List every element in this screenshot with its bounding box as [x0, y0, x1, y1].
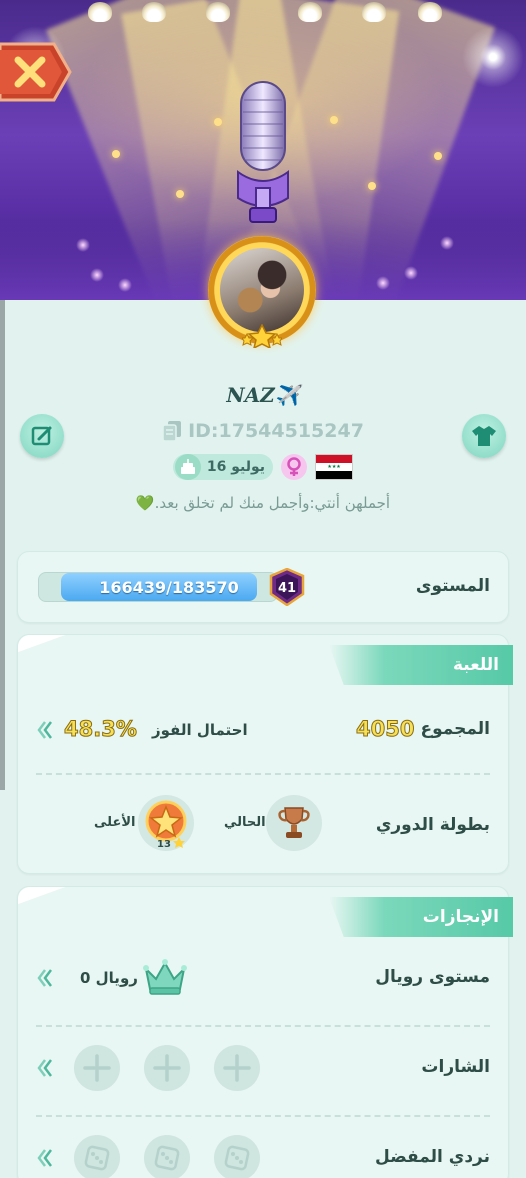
star-medal-icon: 13	[145, 800, 187, 849]
dice-icon	[84, 1145, 110, 1171]
copy-icon[interactable]	[162, 420, 182, 442]
achievements-section-ribbon: الإنجازات	[329, 897, 513, 937]
chevron-left-icon[interactable]	[36, 967, 54, 989]
close-button[interactable]	[0, 40, 72, 104]
stage-lamp-icon	[206, 2, 230, 22]
username: NAZ✈️	[226, 383, 300, 407]
league-highest-medal[interactable]: 13	[138, 795, 194, 851]
achievements-section-title: الإنجازات	[422, 907, 499, 927]
chevron-left-icon[interactable]	[36, 1057, 54, 1079]
level-number: 41	[278, 581, 296, 596]
dice-slot-empty[interactable]	[74, 1135, 120, 1178]
stage-lamp-icon	[298, 2, 322, 22]
avatar[interactable]	[220, 248, 304, 332]
league-highest-label: الأعلى	[94, 815, 136, 830]
user-id: ID:17544515247	[188, 420, 364, 442]
game-section-title: اللعبة	[453, 655, 499, 675]
profile-tags: 16 يوليو ★★★	[0, 454, 526, 480]
floor-light	[90, 268, 104, 282]
star-icon	[242, 324, 282, 348]
floor-light	[76, 238, 90, 252]
stage-lamp-icon	[362, 2, 386, 22]
winrate-label: احتمال الفوز	[152, 721, 248, 739]
level-badge: 41	[269, 568, 305, 606]
floor-light	[376, 276, 390, 290]
league-label: بطولة الدوري	[375, 815, 490, 835]
sparkle	[434, 152, 442, 160]
stage-lamp-icon	[88, 2, 112, 22]
floor-light	[440, 236, 454, 250]
sparkle	[368, 182, 376, 190]
stage-lamp-icon	[418, 2, 442, 22]
xp-progress-text: 166439/183570	[99, 577, 239, 597]
divider	[36, 1115, 490, 1117]
floodlight-icon	[462, 26, 524, 88]
chevron-left-icon[interactable]	[36, 719, 54, 741]
chevron-left-icon[interactable]	[36, 1147, 54, 1169]
total-games-value: 4050	[355, 717, 415, 742]
badges-label: الشارات	[421, 1057, 490, 1077]
stage-lamp-icon	[142, 2, 166, 22]
sparkle	[176, 190, 184, 198]
divider	[36, 1025, 490, 1027]
league-highest-rank: 13	[157, 839, 171, 849]
level-label: المستوى	[415, 576, 490, 596]
dice-icon	[154, 1145, 180, 1171]
dice-slot-empty[interactable]	[144, 1135, 190, 1178]
floor-light	[118, 278, 132, 292]
sparkle	[112, 150, 120, 158]
birthday-badge: 16 يوليو	[172, 454, 274, 480]
female-icon	[281, 454, 308, 480]
card-corner	[18, 635, 74, 657]
close-icon	[0, 42, 72, 102]
card-corner	[18, 887, 74, 909]
league-current-label: الحالي	[224, 815, 266, 830]
avatar-frame[interactable]	[204, 232, 320, 354]
winrate-value: 48.3%	[64, 717, 138, 742]
sparkle	[330, 116, 338, 124]
microphone-icon	[237, 81, 289, 223]
plus-icon	[153, 1054, 181, 1082]
royal-level-value: رويال 0	[80, 969, 138, 987]
achievements-card: الإنجازات رويال 0 مستوى رويال الشارات نر…	[17, 886, 513, 1178]
total-games-label: المجموع	[420, 719, 490, 739]
divider	[36, 773, 490, 775]
badge-slot-empty[interactable]	[214, 1045, 260, 1091]
league-current-medal[interactable]	[266, 795, 322, 851]
badge-slot-empty[interactable]	[74, 1045, 120, 1091]
plus-icon	[223, 1054, 251, 1082]
sparkle	[214, 118, 222, 126]
floor-light	[404, 266, 418, 280]
cake-icon	[174, 454, 201, 480]
game-section-ribbon: اللعبة	[329, 645, 513, 685]
dice-slot-empty[interactable]	[214, 1135, 260, 1178]
plus-icon	[83, 1054, 111, 1082]
iraq-flag-icon: ★★★	[315, 454, 354, 480]
user-bio: أجملهن أنتي:وأجمل منك لم تخلق بعد.💚	[135, 494, 391, 512]
scroll-edge	[0, 300, 5, 790]
favorite-dice-label: نردي المفضل	[375, 1147, 490, 1167]
birthday-text: 16 يوليو	[206, 459, 266, 475]
trophy-icon	[278, 807, 310, 838]
game-stats-card: اللعبة 48.3% احتمال الفوز 4050 المجموع ا…	[17, 634, 513, 874]
crown-icon	[143, 959, 187, 995]
xp-progress-bar: 166439/183570	[38, 572, 278, 602]
user-id-row[interactable]: ID:17544515247	[0, 420, 526, 442]
badge-slot-empty[interactable]	[144, 1045, 190, 1091]
dice-icon	[224, 1145, 250, 1171]
level-card: 166439/183570 41 المستوى	[17, 551, 509, 623]
royal-level-label: مستوى رويال	[375, 967, 490, 987]
